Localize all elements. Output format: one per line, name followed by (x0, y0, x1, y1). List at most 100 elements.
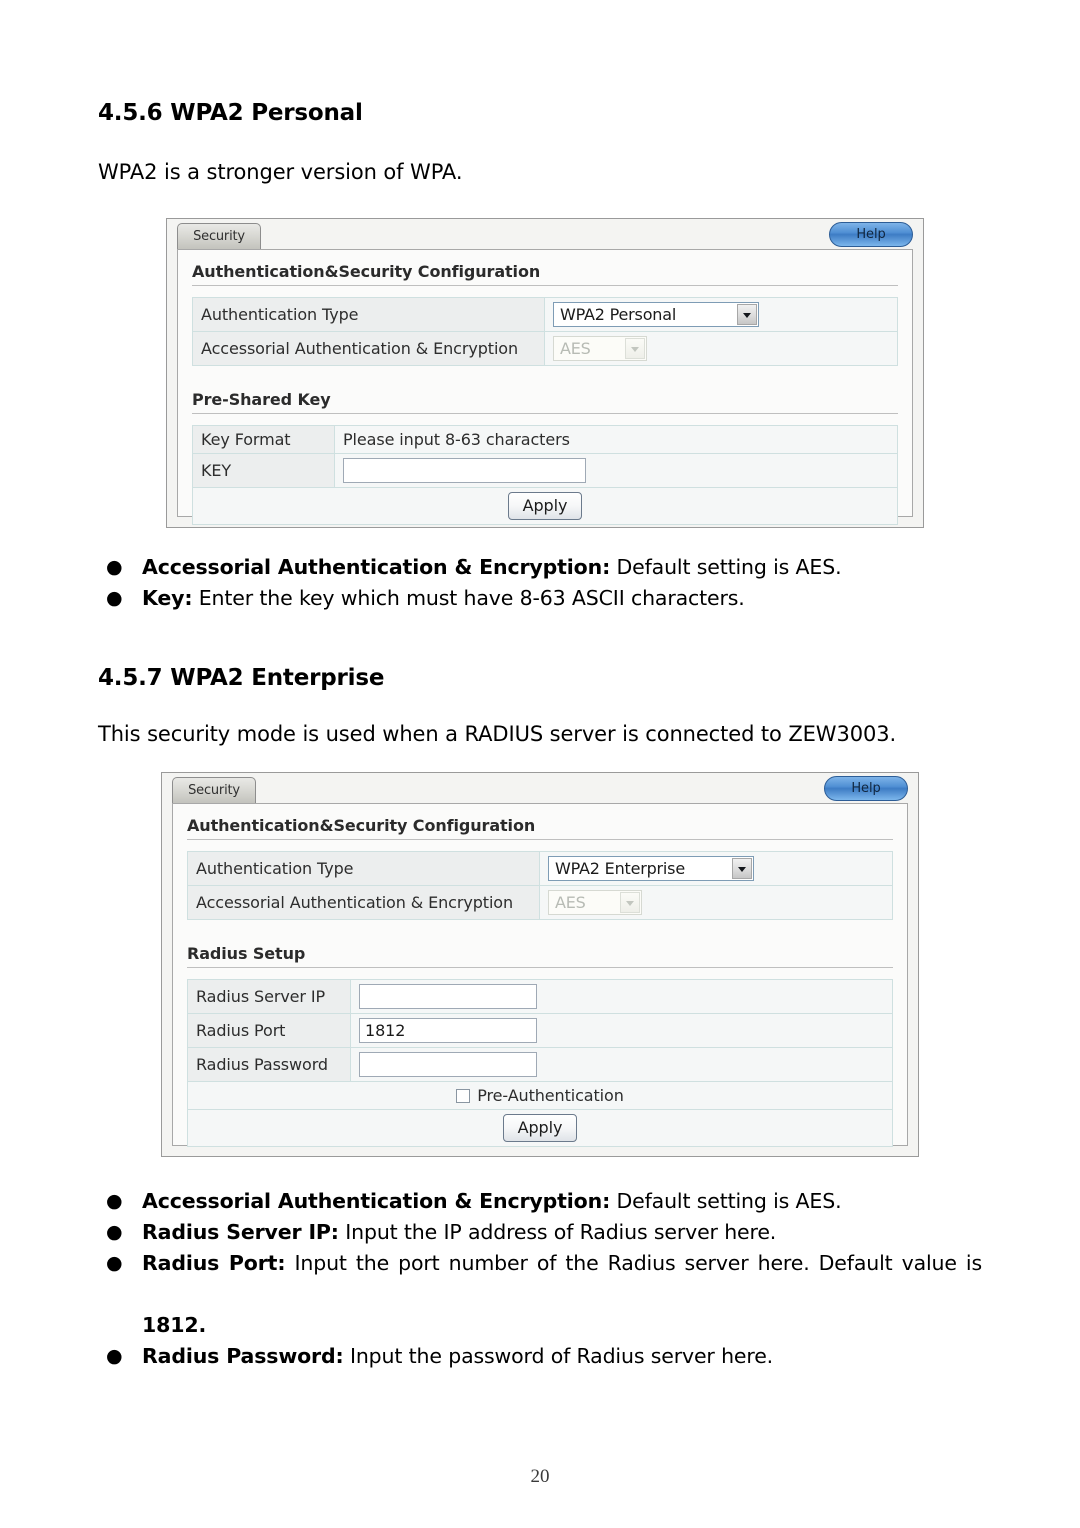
pre-authentication-checkbox[interactable] (456, 1089, 471, 1103)
list-item: ● Accessorial Authentication & Encryptio… (98, 552, 982, 583)
bullet-term: Accessorial Authentication & Encryption: (142, 1189, 611, 1213)
radius-server-ip-input[interactable] (359, 984, 537, 1009)
page-number: 20 (530, 1466, 550, 1487)
chevron-down-icon (625, 338, 645, 359)
table-row-radius-password: Radius Password (187, 1047, 893, 1082)
label-radius-password: Radius Password (187, 1047, 351, 1082)
chevron-down-icon[interactable] (737, 304, 757, 325)
bullet-text: Default setting is AES. (610, 1189, 842, 1213)
table-row-key-format: Key Format Please input 8-63 characters (192, 425, 898, 454)
auth-settings-table: Authentication Type WPA2 Personal Access… (192, 297, 898, 366)
cell-radius-server-ip-value (350, 979, 893, 1014)
list-item: ● Key: Enter the key which must have 8-6… (98, 583, 982, 614)
cell-authentication-type-value: WPA2 Personal (544, 297, 898, 332)
cell-accessorial-auth-value: AES (539, 885, 893, 920)
auth-security-config-heading: Authentication&Security Configuration (187, 816, 893, 840)
bullet-term: Radius Port: (142, 1251, 286, 1275)
accessorial-encryption-select: AES (553, 336, 647, 361)
bullet-text: Enter the key which must have 8-63 ASCII… (192, 586, 745, 610)
bullet-term: Radius Server IP: (142, 1220, 339, 1244)
radius-setup-heading: Radius Setup (187, 944, 893, 968)
table-row-apply: Apply (187, 1109, 893, 1147)
label-accessorial-authentication-encryption: Accessorial Authentication & Encryption (192, 331, 545, 366)
value-key-format-hint: Please input 8-63 characters (334, 425, 898, 454)
cell-radius-password-value (350, 1047, 893, 1082)
tab-security[interactable]: Security (177, 223, 261, 249)
bullet-text: Input the port number of the Radius serv… (285, 1251, 982, 1275)
apply-button[interactable]: Apply (508, 492, 582, 520)
bullet-term: Accessorial Authentication & Encryption: (142, 555, 611, 579)
table-row-apply: Apply (192, 487, 898, 525)
bullet-dot-icon: ● (106, 1190, 123, 1212)
cell-pre-authentication: Pre-Authentication (187, 1081, 893, 1110)
tab-security[interactable]: Security (172, 777, 256, 803)
pre-shared-key-table: Key Format Please input 8-63 characters … (192, 425, 898, 525)
bullet-term: Key: (142, 586, 193, 610)
cell-apply: Apply (187, 1109, 893, 1147)
table-row-radius-port: Radius Port 1812 (187, 1013, 893, 1048)
table-row-authentication-type: Authentication Type WPA2 Enterprise (187, 851, 893, 886)
apply-button[interactable]: Apply (503, 1114, 577, 1142)
label-authentication-type: Authentication Type (187, 851, 540, 886)
section-heading-457: 4.5.7 WPA2 Enterprise (98, 665, 385, 691)
pre-shared-key-heading: Pre-Shared Key (192, 390, 898, 414)
bullet-dot-icon: ● (106, 556, 123, 578)
bullet-dot-icon: ● (106, 1221, 123, 1243)
authentication-type-select[interactable]: WPA2 Enterprise (548, 856, 754, 881)
chevron-down-icon[interactable] (732, 858, 752, 879)
bullet-term: Radius Password: (142, 1344, 344, 1368)
panel-body: Authentication&Security Configuration Au… (172, 803, 908, 1147)
label-accessorial-authentication-encryption: Accessorial Authentication & Encryption (187, 885, 540, 920)
authentication-type-selected-value: WPA2 Enterprise (555, 859, 685, 878)
bullet-text: Input the password of Radius server here… (343, 1344, 774, 1368)
label-authentication-type: Authentication Type (192, 297, 545, 332)
help-button[interactable]: Help (824, 776, 908, 801)
tab-strip: Security Help (162, 773, 918, 803)
accessorial-encryption-selected-value: AES (560, 339, 591, 358)
panel-body: Authentication&Security Configuration Au… (177, 249, 913, 525)
authentication-type-select[interactable]: WPA2 Personal (553, 302, 759, 327)
radius-password-input[interactable] (359, 1052, 537, 1077)
chevron-down-icon (620, 892, 640, 913)
cell-authentication-type-value: WPA2 Enterprise (539, 851, 893, 886)
radius-port-input[interactable]: 1812 (359, 1018, 537, 1043)
document-page: 4.5.6 WPA2 Personal WPA2 is a stronger v… (0, 0, 1080, 1528)
section-heading-456: 4.5.6 WPA2 Personal (98, 100, 363, 126)
radius-setup-table: Radius Server IP Radius Port 1812 Radius… (187, 979, 893, 1147)
list-item: ● Radius Port: Input the port number of … (98, 1248, 982, 1341)
label-key: KEY (192, 453, 335, 488)
accessorial-encryption-selected-value: AES (555, 893, 586, 912)
table-row-radius-server-ip: Radius Server IP (187, 979, 893, 1014)
section-paragraph-457: This security mode is used when a RADIUS… (98, 722, 897, 746)
bullet-list-456: ● Accessorial Authentication & Encryptio… (98, 552, 982, 614)
cell-apply: Apply (192, 487, 898, 525)
key-input[interactable] (343, 458, 586, 483)
cell-accessorial-auth-value: AES (544, 331, 898, 366)
table-row-accessorial-auth: Accessorial Authentication & Encryption … (187, 885, 893, 920)
tab-strip: Security Help (167, 219, 923, 249)
bullet-dot-icon: ● (106, 1252, 123, 1274)
table-row-pre-authentication: Pre-Authentication (187, 1081, 893, 1110)
label-radius-port: Radius Port (187, 1013, 351, 1048)
list-item: ● Radius Password: Input the password of… (98, 1341, 982, 1372)
bullet-dot-icon: ● (106, 587, 123, 609)
table-row-accessorial-auth: Accessorial Authentication & Encryption … (192, 331, 898, 366)
router-ui-panel-wpa2-personal: Security Help Authentication&Security Co… (166, 218, 924, 528)
label-key-format: Key Format (192, 425, 335, 454)
table-row-key: KEY (192, 453, 898, 488)
cell-key-value (334, 453, 898, 488)
bullet-list-457: ● Accessorial Authentication & Encryptio… (98, 1186, 982, 1372)
cell-radius-port-value: 1812 (350, 1013, 893, 1048)
bullet-term-default-value: 1812. (142, 1313, 207, 1337)
bullet-text: Default setting is AES. (610, 555, 842, 579)
section-paragraph-456: WPA2 is a stronger version of WPA. (98, 160, 463, 184)
bullet-text: Input the IP address of Radius server he… (338, 1220, 777, 1244)
authentication-type-selected-value: WPA2 Personal (560, 305, 677, 324)
router-ui-panel-wpa2-enterprise: Security Help Authentication&Security Co… (161, 772, 919, 1157)
auth-settings-table: Authentication Type WPA2 Enterprise Acce… (187, 851, 893, 920)
help-button[interactable]: Help (829, 222, 913, 247)
auth-security-config-heading: Authentication&Security Configuration (192, 262, 898, 286)
list-item: ● Accessorial Authentication & Encryptio… (98, 1186, 982, 1217)
table-row-authentication-type: Authentication Type WPA2 Personal (192, 297, 898, 332)
pre-authentication-label: Pre-Authentication (477, 1086, 624, 1105)
